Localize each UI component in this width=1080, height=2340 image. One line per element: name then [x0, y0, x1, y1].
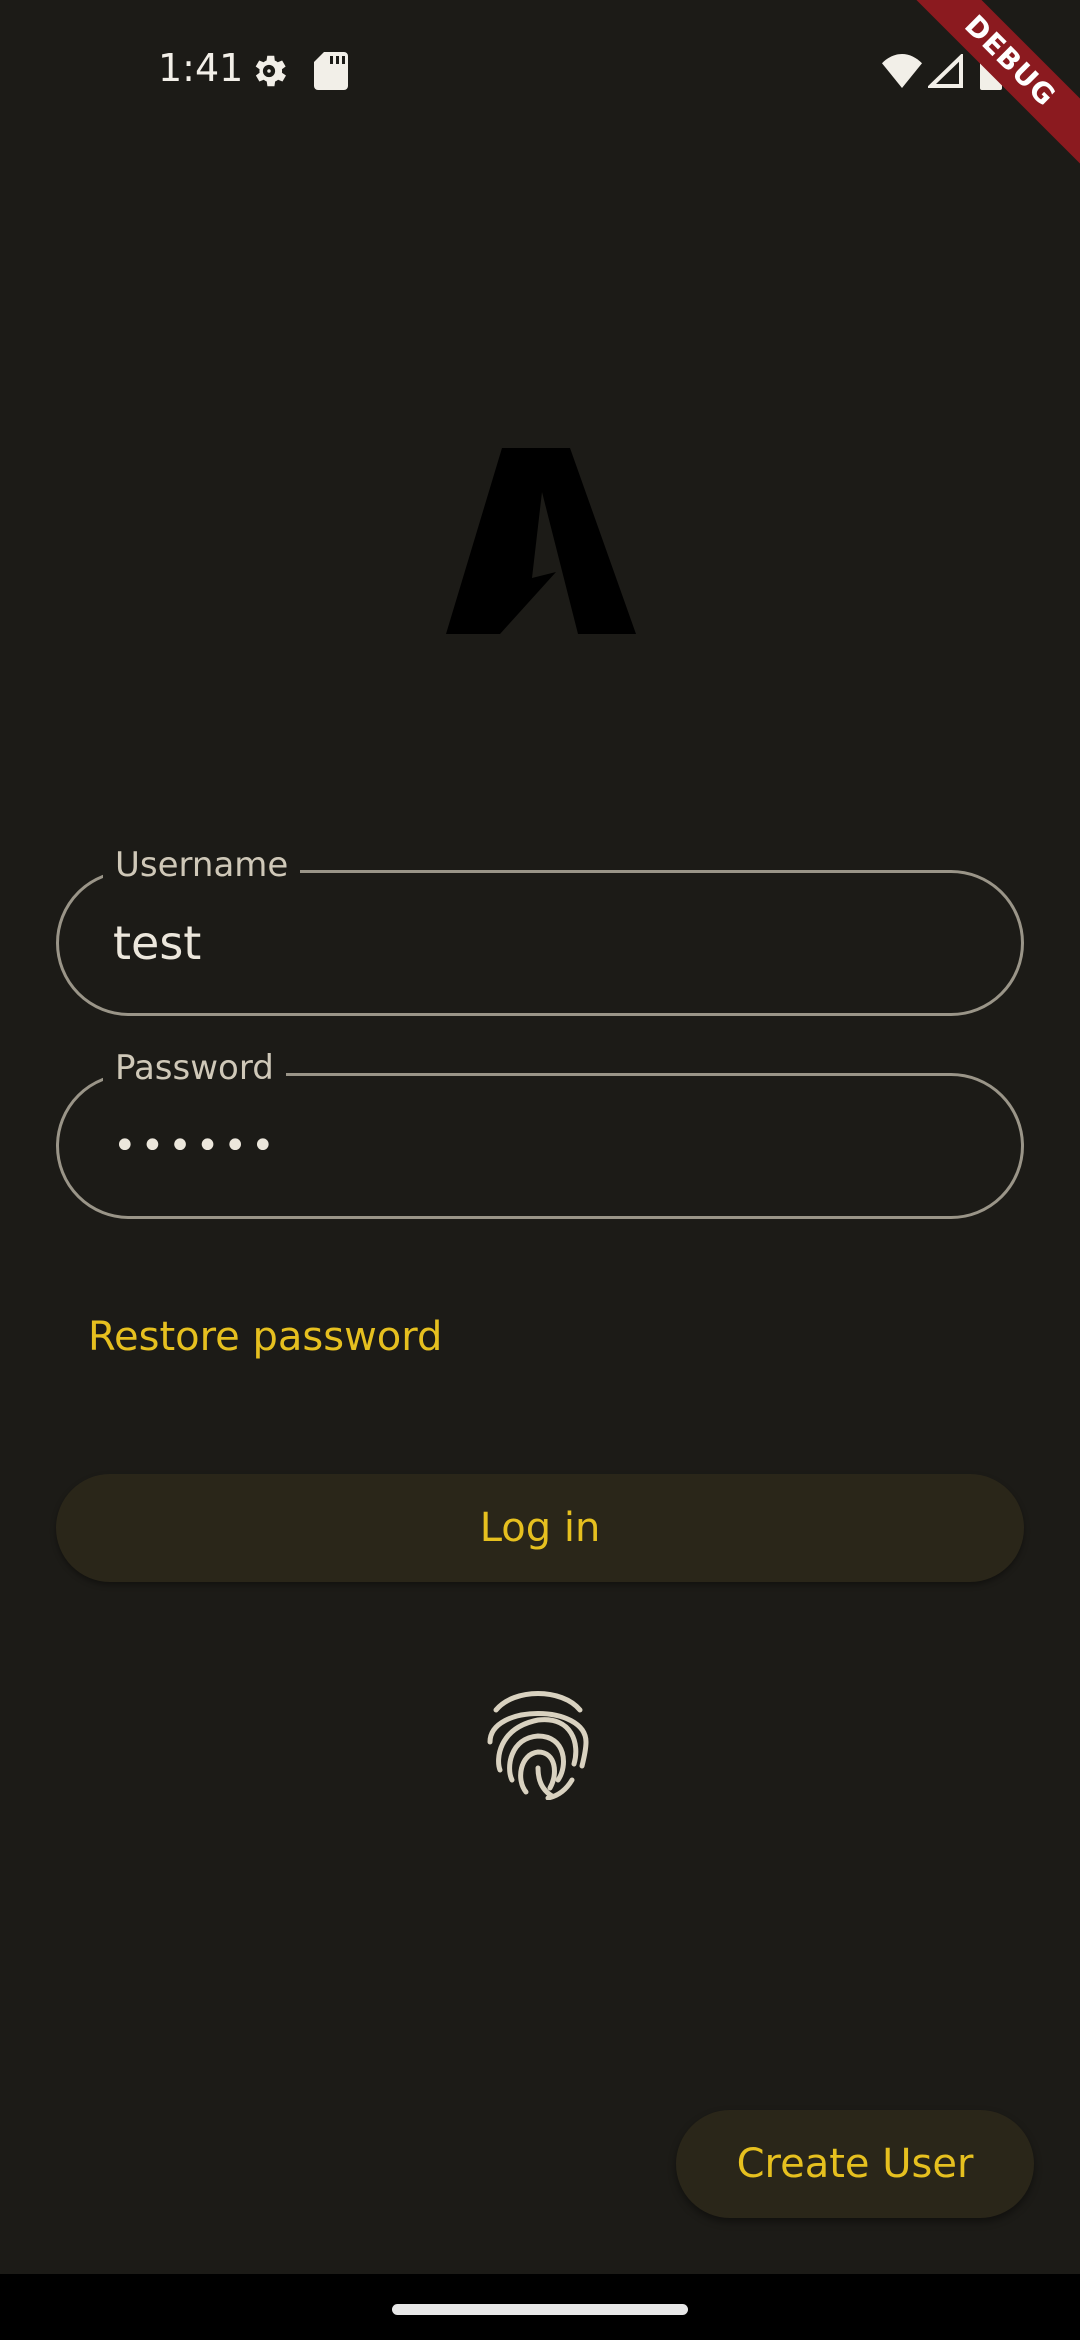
home-gesture-handle[interactable] [392, 2304, 688, 2315]
gear-icon [248, 50, 290, 96]
sd-card-icon [314, 52, 348, 94]
app-logo [446, 448, 636, 634]
username-input[interactable]: test [113, 873, 201, 1013]
password-input[interactable]: •••••• [113, 1076, 279, 1216]
debug-banner: DEBUG [910, 0, 1080, 170]
fingerprint-icon[interactable] [486, 1684, 590, 1801]
login-button[interactable]: Log in [56, 1474, 1024, 1582]
restore-password-link[interactable]: Restore password [88, 1314, 442, 1360]
navigation-bar [0, 2274, 1080, 2340]
debug-label: DEBUG [910, 0, 1080, 170]
status-time: 1:41 [158, 46, 244, 90]
username-field[interactable]: Username test [56, 845, 1024, 1016]
create-user-button[interactable]: Create User [676, 2110, 1034, 2218]
password-field[interactable]: Password •••••• [56, 1048, 1024, 1219]
